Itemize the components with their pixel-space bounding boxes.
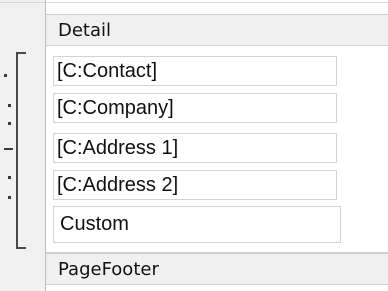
ruler-tick: [4, 74, 7, 77]
report-field-address-2[interactable]: [C:Address 2]: [53, 170, 337, 200]
report-field-address-1[interactable]: [C:Address 1]: [53, 133, 337, 163]
report-field-company[interactable]: [C:Company]: [53, 93, 337, 123]
ruler-tick: [8, 196, 11, 199]
field-label: [C:Address 2]: [57, 174, 179, 196]
detail-band-label: Detail: [58, 20, 112, 41]
vertical-ruler-bracket: [16, 52, 26, 249]
field-label: [C:Company]: [57, 97, 174, 119]
page-footer-band-label: PageFooter: [58, 259, 159, 280]
report-field-contact[interactable]: [C:Contact]: [53, 56, 337, 86]
top-border: [0, 2, 388, 3]
field-label: Custom: [60, 213, 129, 235]
report-field-custom[interactable]: Custom: [53, 206, 341, 243]
report-designer-canvas: Detail [C:Contact] [C:Company] [C:Addres…: [0, 0, 388, 291]
page-footer-band-header[interactable]: PageFooter: [46, 253, 388, 285]
field-label: [C:Contact]: [57, 60, 158, 82]
ruler-tick: [8, 122, 11, 125]
ruler-tick: [8, 176, 11, 179]
ruler-tick: [8, 104, 11, 107]
detail-band-header[interactable]: Detail: [46, 14, 388, 46]
ruler-major-tick: [4, 148, 13, 150]
field-label: [C:Address 1]: [57, 137, 179, 159]
